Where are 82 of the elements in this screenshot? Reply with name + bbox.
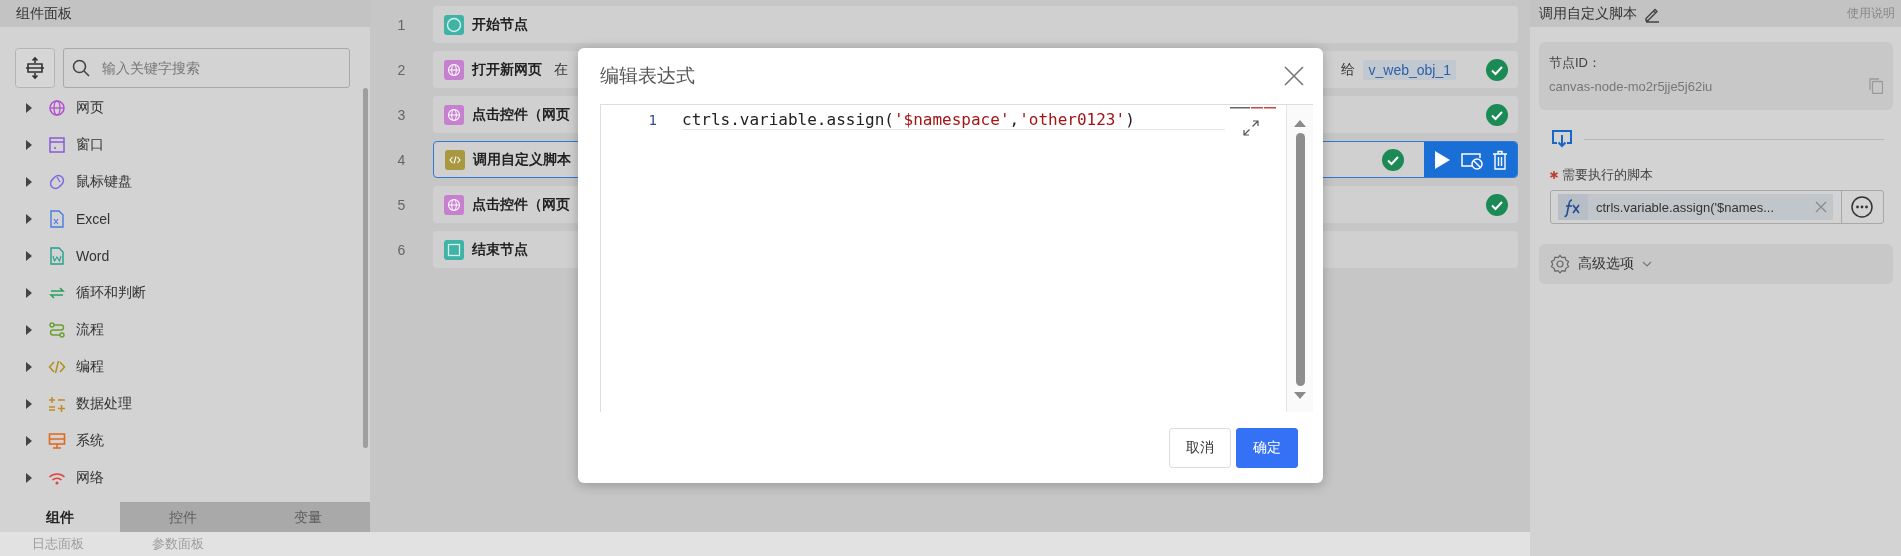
- advanced-options-toggle[interactable]: 高级选项: [1539, 244, 1893, 284]
- caret-icon[interactable]: [25, 472, 33, 484]
- step-title: 点击控件（网页: [472, 105, 570, 124]
- caret-icon[interactable]: [25, 250, 33, 262]
- line-number: 2: [396, 61, 407, 78]
- collapse-toggle-icon[interactable]: [15, 48, 55, 88]
- globe-icon: [444, 59, 464, 80]
- end-node-icon: [444, 239, 464, 260]
- line-number: 1: [647, 112, 658, 128]
- scroll-up-icon[interactable]: [1294, 119, 1307, 127]
- tree-item-label[interactable]: 窗口: [76, 136, 104, 154]
- step-title: 点击控件（网页: [472, 195, 570, 214]
- spreadsheet-file-icon: [48, 210, 66, 228]
- tree-item-label[interactable]: 数据处理: [76, 395, 132, 413]
- scrollbar[interactable]: [363, 88, 368, 448]
- start-node-icon: [444, 14, 464, 35]
- caret-icon[interactable]: [25, 435, 33, 447]
- close-icon[interactable]: [1283, 65, 1305, 87]
- step-title: 调用自定义脚本: [473, 150, 571, 169]
- caret-icon[interactable]: [25, 213, 33, 225]
- tree-item-label[interactable]: 流程: [76, 321, 104, 339]
- delete-icon[interactable]: [1492, 149, 1509, 170]
- field-label: 需要执行的脚本: [1562, 166, 1653, 184]
- caret-icon[interactable]: [25, 287, 33, 299]
- code-line: ctrls.variable.assign('$namespace','other0123'): [682, 110, 1225, 130]
- caret-icon[interactable]: [25, 102, 33, 114]
- import-icon[interactable]: [1552, 129, 1572, 149]
- play-icon[interactable]: [1432, 149, 1451, 170]
- field-label: 节点ID：: [1549, 54, 1602, 72]
- flow-step[interactable]: 开始节点: [433, 6, 1518, 43]
- dialog-title: 编辑表达式: [600, 64, 695, 88]
- window-icon: [48, 136, 66, 154]
- line-number: 5: [396, 196, 407, 213]
- caret-icon[interactable]: [25, 139, 33, 151]
- expand-icon[interactable]: [1243, 120, 1260, 136]
- expression-field[interactable]: ctrls.variable.assign('$names...: [1558, 194, 1833, 220]
- document-file-icon: [48, 247, 66, 265]
- scroll-thumb[interactable]: [1295, 133, 1305, 386]
- step-title: 打开新网页: [472, 60, 542, 79]
- line-number: 6: [396, 241, 407, 258]
- caret-icon[interactable]: [25, 361, 33, 373]
- tree-item-label[interactable]: 系统: [76, 432, 104, 450]
- step-detail: 给: [1341, 60, 1356, 79]
- more-icon[interactable]: [1841, 190, 1874, 224]
- caret-icon[interactable]: [25, 324, 33, 336]
- tree-item-label[interactable]: 循环和判断: [76, 284, 146, 302]
- tree-item-label[interactable]: 鼠标键盘: [76, 173, 132, 191]
- tree-item-label[interactable]: 网页: [76, 99, 104, 117]
- confirm-button[interactable]: 确定: [1236, 428, 1298, 468]
- flow-path-icon: [48, 321, 66, 339]
- panel-title: 调用自定义脚本: [1539, 4, 1637, 23]
- globe-icon: [444, 194, 464, 215]
- tree-item-label[interactable]: Word: [76, 248, 110, 264]
- code-icon: [445, 149, 465, 170]
- code-editor[interactable]: 1 ctrls.variable.assign('$namespace','other0123'): [600, 104, 1313, 412]
- caret-icon[interactable]: [25, 398, 33, 410]
- plus-minus-icon: [48, 395, 66, 413]
- search-icon: [72, 59, 90, 77]
- panel-title: 组件面板: [0, 0, 370, 27]
- line-number: 3: [396, 106, 407, 123]
- line-number: 4: [396, 151, 407, 168]
- step-title: 开始节点: [472, 15, 528, 34]
- node-id-value: canvas-node-mo2r5jje5j62iu: [1549, 78, 1713, 94]
- globe-icon: [48, 99, 66, 117]
- tree-item-label[interactable]: 编程: [76, 358, 104, 376]
- settings-icon: [1550, 254, 1570, 274]
- scrollbar[interactable]: [1287, 105, 1313, 412]
- step-detail: 在: [554, 60, 568, 79]
- step-title: 结束节点: [472, 240, 528, 259]
- tree-item-label[interactable]: 网络: [76, 469, 104, 487]
- caret-icon[interactable]: [25, 176, 33, 188]
- globe-icon: [444, 104, 464, 125]
- search-field[interactable]: 输入关键字搜索: [63, 48, 350, 88]
- variable-tag: v_web_obj_1: [1363, 59, 1456, 80]
- mouse-icon: [48, 173, 66, 191]
- function-icon: [1558, 194, 1588, 220]
- monitor-icon: [48, 432, 66, 450]
- tree-item-label[interactable]: Excel: [76, 211, 111, 227]
- line-number: 1: [396, 16, 407, 33]
- scroll-down-icon[interactable]: [1294, 392, 1307, 400]
- code-icon: [48, 358, 66, 376]
- cancel-button[interactable]: 取消: [1169, 428, 1231, 468]
